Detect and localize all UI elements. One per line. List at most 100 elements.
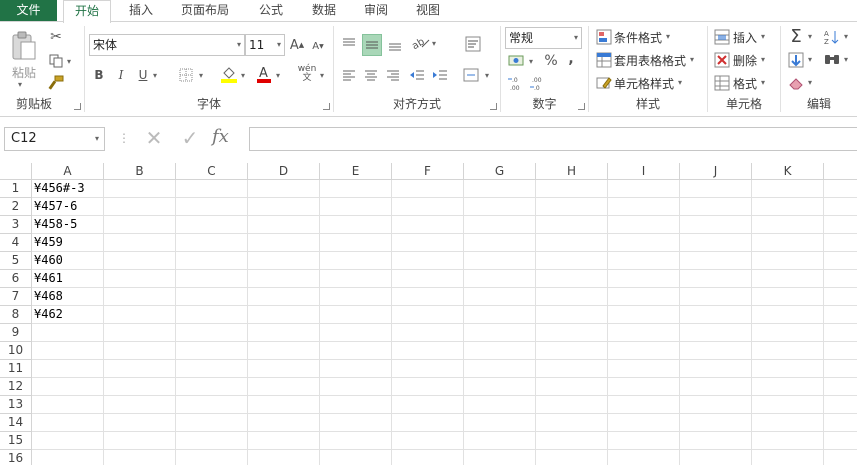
copy-dropdown-icon[interactable]: ▾: [67, 57, 71, 66]
decrease-decimal-icon[interactable]: .00.0: [529, 74, 549, 92]
cell-a11[interactable]: [32, 360, 104, 378]
cell-f10[interactable]: [392, 342, 464, 360]
cell-b6[interactable]: [104, 270, 176, 288]
delete-cells-label[interactable]: 删除: [733, 52, 757, 69]
cell-k4[interactable]: [752, 234, 824, 252]
cell-f9[interactable]: [392, 324, 464, 342]
percent-button[interactable]: %: [542, 52, 560, 70]
align-top-icon[interactable]: [340, 34, 358, 52]
cell-k14[interactable]: [752, 414, 824, 432]
font-color-icon[interactable]: A: [255, 64, 273, 84]
cell-e9[interactable]: [320, 324, 392, 342]
tab-file[interactable]: 文件: [0, 0, 57, 22]
cell-h16[interactable]: [536, 450, 608, 465]
cell-c15[interactable]: [176, 432, 248, 450]
cell-i10[interactable]: [608, 342, 680, 360]
chevron-down-icon[interactable]: ▾: [761, 32, 765, 41]
cell-h8[interactable]: [536, 306, 608, 324]
cell-a8[interactable]: ¥462: [32, 306, 104, 324]
cell-f11[interactable]: [392, 360, 464, 378]
cell-c13[interactable]: [176, 396, 248, 414]
cell-g11[interactable]: [464, 360, 536, 378]
align-left-icon[interactable]: [340, 66, 358, 84]
column-header-f[interactable]: F: [392, 163, 464, 180]
decrease-indent-icon[interactable]: [408, 66, 426, 84]
cell-a9[interactable]: [32, 324, 104, 342]
cell-c11[interactable]: [176, 360, 248, 378]
cell-a16[interactable]: [32, 450, 104, 465]
cell-i4[interactable]: [608, 234, 680, 252]
cell-e14[interactable]: [320, 414, 392, 432]
cell-k8[interactable]: [752, 306, 824, 324]
increase-indent-icon[interactable]: [431, 66, 449, 84]
sort-dropdown-icon[interactable]: ▾: [844, 32, 848, 41]
cell-i15[interactable]: [608, 432, 680, 450]
fill-color-icon[interactable]: [219, 64, 239, 84]
cell-styles-icon[interactable]: [595, 74, 613, 92]
cell-d3[interactable]: [248, 216, 320, 234]
cell-g6[interactable]: [464, 270, 536, 288]
cell-i1[interactable]: [608, 180, 680, 198]
cell-j12[interactable]: [680, 378, 752, 396]
clear-dropdown-icon[interactable]: ▾: [808, 78, 812, 87]
cell-b14[interactable]: [104, 414, 176, 432]
font-launcher-icon[interactable]: [323, 103, 330, 110]
cell-e11[interactable]: [320, 360, 392, 378]
row-header-9[interactable]: 9: [0, 324, 32, 342]
conditional-format-icon[interactable]: [595, 28, 613, 46]
cell-c7[interactable]: [176, 288, 248, 306]
column-header-g[interactable]: G: [464, 163, 536, 180]
tab-formulas[interactable]: 公式: [254, 0, 288, 22]
cell-d4[interactable]: [248, 234, 320, 252]
cell-i7[interactable]: [608, 288, 680, 306]
cell-a7[interactable]: ¥468: [32, 288, 104, 306]
worksheet-grid[interactable]: A B C D E F G H I J K 1 ¥456#-3 2 ¥457-6 3 ¥458-5 4 ¥459 5 ¥…: [0, 163, 857, 465]
cell-a6[interactable]: ¥461: [32, 270, 104, 288]
cell-e2[interactable]: [320, 198, 392, 216]
cell-i11[interactable]: [608, 360, 680, 378]
chevron-down-icon[interactable]: ▾: [690, 55, 694, 64]
cell-i8[interactable]: [608, 306, 680, 324]
cell-f4[interactable]: [392, 234, 464, 252]
cell-h1[interactable]: [536, 180, 608, 198]
cell-h14[interactable]: [536, 414, 608, 432]
format-cells-label[interactable]: 格式: [733, 75, 757, 92]
cancel-icon[interactable]: ✕: [140, 127, 168, 151]
cell-i2[interactable]: [608, 198, 680, 216]
cell-k7[interactable]: [752, 288, 824, 306]
tab-view[interactable]: 视图: [411, 0, 445, 22]
align-right-icon[interactable]: [384, 66, 402, 84]
row-header-15[interactable]: 15: [0, 432, 32, 450]
chevron-down-icon[interactable]: ▾: [761, 55, 765, 64]
column-header-k[interactable]: K: [752, 163, 824, 180]
grow-font-icon[interactable]: A ▲: [289, 36, 305, 54]
tab-review[interactable]: 审阅: [359, 0, 393, 22]
cell-j11[interactable]: [680, 360, 752, 378]
row-header-6[interactable]: 6: [0, 270, 32, 288]
cell-f16[interactable]: [392, 450, 464, 465]
cell-g14[interactable]: [464, 414, 536, 432]
paste-dropdown-icon[interactable]: ▾: [18, 80, 22, 89]
bold-button[interactable]: B: [91, 66, 107, 84]
cell-e5[interactable]: [320, 252, 392, 270]
cell-d1[interactable]: [248, 180, 320, 198]
cell-e13[interactable]: [320, 396, 392, 414]
cell-j9[interactable]: [680, 324, 752, 342]
clipboard-launcher-icon[interactable]: [74, 103, 81, 110]
row-header-13[interactable]: 13: [0, 396, 32, 414]
cell-a10[interactable]: [32, 342, 104, 360]
cell-b1[interactable]: [104, 180, 176, 198]
cell-d16[interactable]: [248, 450, 320, 465]
cell-g4[interactable]: [464, 234, 536, 252]
cell-k3[interactable]: [752, 216, 824, 234]
cell-i13[interactable]: [608, 396, 680, 414]
cell-k9[interactable]: [752, 324, 824, 342]
increase-decimal-icon[interactable]: .0.00: [507, 74, 527, 92]
row-header-16[interactable]: 16: [0, 450, 32, 465]
cell-g10[interactable]: [464, 342, 536, 360]
cell-g3[interactable]: [464, 216, 536, 234]
wrap-text-icon[interactable]: [462, 34, 484, 54]
cell-j10[interactable]: [680, 342, 752, 360]
cell-b4[interactable]: [104, 234, 176, 252]
format-as-table-label[interactable]: 套用表格格式: [614, 52, 686, 69]
